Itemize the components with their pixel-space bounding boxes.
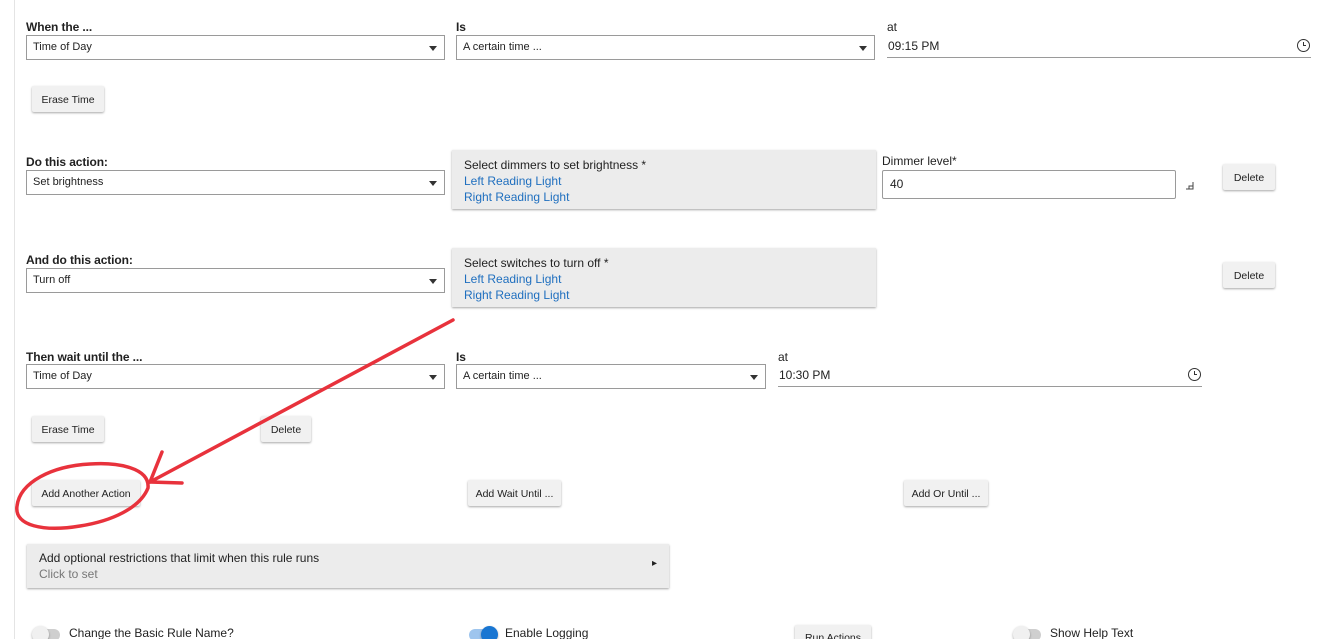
chevron-down-icon bbox=[429, 375, 437, 380]
wait-at-label: at bbox=[778, 350, 789, 364]
toggle-knob bbox=[1013, 626, 1030, 639]
trigger-time-field[interactable]: 09:15 PM bbox=[887, 36, 1311, 58]
dimmer-level-label: Dimmer level* bbox=[882, 154, 957, 168]
change-name-toggle[interactable] bbox=[32, 626, 60, 639]
action1-select-value: Set brightness bbox=[33, 176, 104, 188]
left-divider bbox=[14, 0, 15, 639]
restrictions-panel[interactable]: Add optional restrictions that limit whe… bbox=[27, 544, 669, 588]
run-actions-button[interactable]: Run Actions bbox=[795, 625, 871, 639]
action2-select[interactable]: Turn off bbox=[26, 268, 445, 293]
device-item: Right Reading Light bbox=[464, 190, 570, 204]
delete-action1-button[interactable]: Delete bbox=[1223, 164, 1275, 190]
change-name-label: Change the Basic Rule Name? bbox=[69, 626, 234, 639]
trigger-time-value: 09:15 PM bbox=[888, 39, 940, 53]
expand-arrow-icon: ▸ bbox=[651, 558, 657, 569]
wait-time-field[interactable]: 10:30 PM bbox=[778, 365, 1202, 387]
chevron-down-icon bbox=[429, 46, 437, 51]
action1-label: Do this action: bbox=[26, 155, 108, 169]
wait-is-label: Is bbox=[456, 350, 466, 364]
add-or-until-button[interactable]: Add Or Until ... bbox=[904, 480, 988, 506]
enable-logging-label: Enable Logging bbox=[505, 626, 589, 639]
action2-select-value: Turn off bbox=[33, 274, 71, 286]
action1-select[interactable]: Set brightness bbox=[26, 170, 445, 195]
is-label: Is bbox=[456, 20, 466, 34]
dimmer-level-value: 40 bbox=[890, 177, 904, 191]
show-help-text-label: Show Help Text bbox=[1050, 626, 1134, 639]
chevron-down-icon bbox=[429, 181, 437, 186]
chevron-down-icon bbox=[859, 46, 867, 51]
wait-time-value: 10:30 PM bbox=[779, 368, 831, 382]
switch-device-selector[interactable]: Select switches to turn off * Left Readi… bbox=[452, 248, 876, 307]
device-item: Right Reading Light bbox=[464, 288, 570, 302]
is-select[interactable]: A certain time ... bbox=[456, 35, 875, 60]
at-label: at bbox=[887, 20, 898, 34]
delete-wait-button[interactable]: Delete bbox=[261, 416, 311, 442]
enable-logging-toggle[interactable] bbox=[469, 626, 498, 639]
delete-action2-button[interactable]: Delete bbox=[1223, 262, 1275, 288]
chevron-down-icon bbox=[750, 375, 758, 380]
wait-is-select[interactable]: A certain time ... bbox=[456, 364, 766, 389]
when-label: When the ... bbox=[26, 20, 93, 34]
wait-select[interactable]: Time of Day bbox=[26, 364, 445, 389]
add-wait-until-button[interactable]: Add Wait Until ... bbox=[468, 480, 561, 506]
wait-is-select-value: A certain time ... bbox=[463, 370, 542, 382]
when-select[interactable]: Time of Day bbox=[26, 35, 445, 60]
wait-label: Then wait until the ... bbox=[26, 350, 143, 364]
add-another-action-button[interactable]: Add Another Action bbox=[32, 480, 140, 506]
annotation-arrow-line bbox=[148, 318, 455, 484]
chevron-down-icon bbox=[429, 279, 437, 284]
dimmer-level-input[interactable]: 40 bbox=[882, 170, 1176, 199]
dimmer-selector-title: Select dimmers to set brightness * bbox=[464, 158, 647, 172]
restrictions-title: Add optional restrictions that limit whe… bbox=[39, 551, 320, 565]
rule-editor-page: When the ... Time of Day Is A certain ti… bbox=[0, 0, 1334, 639]
annotation-arrowhead bbox=[148, 450, 184, 485]
when-select-value: Time of Day bbox=[33, 41, 92, 53]
action2-label: And do this action: bbox=[26, 253, 133, 267]
clock-icon[interactable] bbox=[1297, 39, 1310, 52]
toggle-knob bbox=[32, 626, 49, 639]
show-help-text-toggle[interactable] bbox=[1013, 626, 1041, 639]
wait-select-value: Time of Day bbox=[33, 370, 92, 382]
device-item: Left Reading Light bbox=[464, 272, 562, 286]
dimmer-device-selector[interactable]: Select dimmers to set brightness * Left … bbox=[452, 150, 876, 209]
switch-selector-title: Select switches to turn off * bbox=[464, 256, 609, 270]
toggle-knob bbox=[481, 626, 498, 639]
clock-icon[interactable] bbox=[1188, 368, 1201, 381]
is-select-value: A certain time ... bbox=[463, 41, 542, 53]
erase-time-button[interactable]: Erase Time bbox=[32, 86, 104, 112]
restrictions-subtitle: Click to set bbox=[39, 567, 98, 581]
device-item: Left Reading Light bbox=[464, 174, 562, 188]
resize-handle-icon[interactable] bbox=[1185, 181, 1194, 190]
wait-erase-time-button[interactable]: Erase Time bbox=[32, 416, 104, 442]
